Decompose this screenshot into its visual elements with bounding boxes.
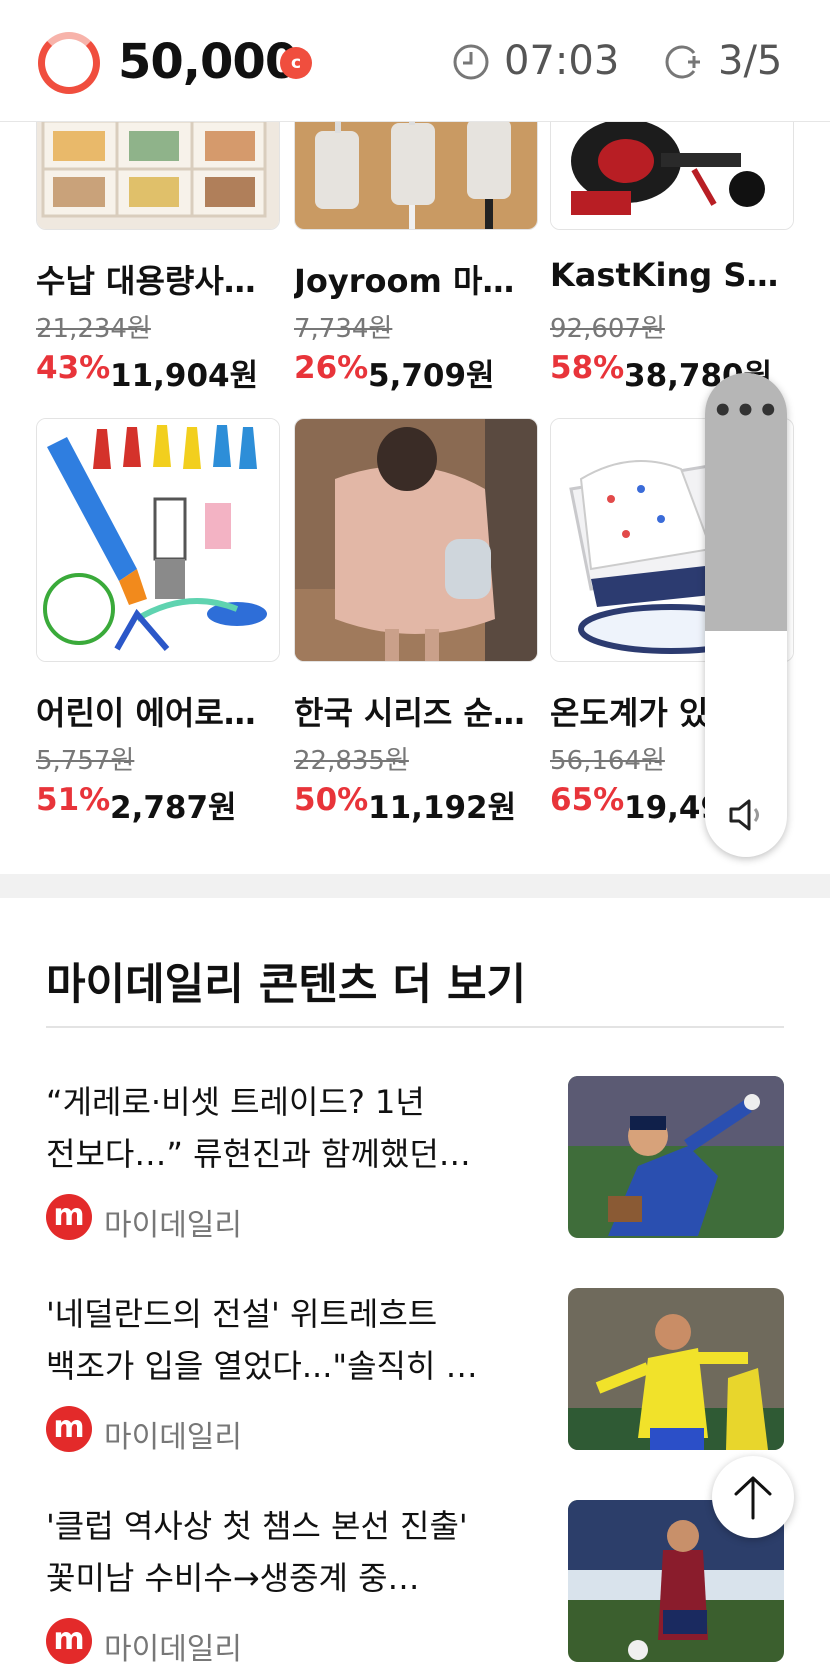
article-title: '네덜란드의 전설' 위트레흐트 백조가 입을 열었다..."솔직히 …: [46, 1288, 506, 1392]
product-price: 2,787원: [110, 790, 237, 826]
arrow-up-icon: [734, 1476, 772, 1520]
article-source: 마이데일리: [104, 1208, 242, 1243]
product-discount: 26%: [294, 350, 369, 386]
product-image-cable-clips: [294, 110, 538, 230]
article-item[interactable]: '네덜란드의 전설' 위트레흐트 백조가 입을 열었다..."솔직히 … m 마…: [46, 1288, 784, 1458]
mydaily-logo-icon: m: [46, 1406, 92, 1452]
article-source: 마이데일리: [104, 1632, 242, 1666]
product-discount: 65%: [550, 782, 625, 818]
section-divider-line: [46, 1026, 784, 1028]
product-original-price: 7,734원: [294, 314, 393, 344]
clock-icon: [453, 44, 489, 80]
product-price: 11,904원: [110, 358, 259, 394]
mydaily-logo-icon: m: [46, 1618, 92, 1664]
product-name: 어린이 에어로…: [36, 694, 256, 732]
article-title-line: '네덜란드의 전설' 위트레흐트: [46, 1295, 438, 1333]
product-discount: 50%: [294, 782, 369, 818]
product-original-price: 21,234원: [36, 314, 151, 344]
product-name: Joyroom 마…: [294, 262, 515, 300]
reward-count: 3/5: [718, 38, 783, 84]
scroll-top-button[interactable]: [712, 1456, 794, 1538]
speaker-icon[interactable]: [725, 793, 769, 837]
article-title-line: 백조가 입을 열었다..."솔직히 …: [46, 1347, 478, 1385]
section-divider: [0, 874, 830, 898]
product-discount: 51%: [36, 782, 111, 818]
product-discount: 58%: [550, 350, 625, 386]
article-title: “게레로·비셋 트레이드? 1년 전보다…” 류현진과 함께했던…: [46, 1076, 506, 1180]
article-title-line: '클럽 역사상 첫 챔스 본선 진출': [46, 1507, 468, 1545]
product-name: 한국 시리즈 순…: [294, 694, 525, 732]
product-original-price: 56,164원: [550, 746, 665, 776]
article-thumbnail: [568, 1076, 784, 1238]
product-image-rocket-launcher-toy: [36, 418, 280, 662]
product-original-price: 92,607원: [550, 314, 665, 344]
article-source: 마이데일리: [104, 1420, 242, 1455]
article-title: '클럽 역사상 첫 챔스 본선 진출' 꽃미남 수비수→생중계 중…: [46, 1500, 506, 1604]
reward-header: 50,000 c 07:03 3/5: [0, 0, 830, 122]
points-balance: 50,000: [118, 34, 298, 90]
article-title-line: “게레로·비셋 트레이드? 1년: [46, 1083, 425, 1121]
article-title-line: 꽃미남 수비수→생중계 중…: [46, 1559, 420, 1597]
progress-ring-icon: [38, 32, 100, 94]
product-price: 5,709원: [368, 358, 495, 394]
section-title: 마이데일리 콘텐츠 더 보기: [46, 960, 527, 1010]
coin-plus-icon: [665, 45, 700, 79]
mydaily-logo-icon: m: [46, 1194, 92, 1240]
article-item[interactable]: '클럽 역사상 첫 챔스 본선 진출' 꽃미남 수비수→생중계 중… m 마이데…: [46, 1500, 784, 1666]
coin-icon: c: [280, 47, 312, 79]
more-dots-icon[interactable]: •••: [705, 391, 787, 431]
floating-media-widget[interactable]: •••: [705, 373, 787, 857]
product-name: 수납 대용량사…: [36, 262, 256, 300]
product-price: 11,192원: [368, 790, 517, 826]
product-image-pink-sweater: [294, 418, 538, 662]
product-image-fishing-reel: [550, 110, 794, 230]
product-image-storage-shelf: [36, 110, 280, 230]
product-original-price: 5,757원: [36, 746, 135, 776]
article-title-line: 전보다…” 류현진과 함께했던…: [46, 1135, 471, 1173]
article-item[interactable]: “게레로·비셋 트레이드? 1년 전보다…” 류현진과 함께했던… m 마이데일…: [46, 1076, 784, 1246]
timer-text: 07:03: [504, 38, 620, 84]
product-original-price: 22,835원: [294, 746, 409, 776]
product-name: KastKing Sh…: [550, 256, 794, 294]
product-discount: 43%: [36, 350, 111, 386]
article-thumbnail: [568, 1288, 784, 1450]
